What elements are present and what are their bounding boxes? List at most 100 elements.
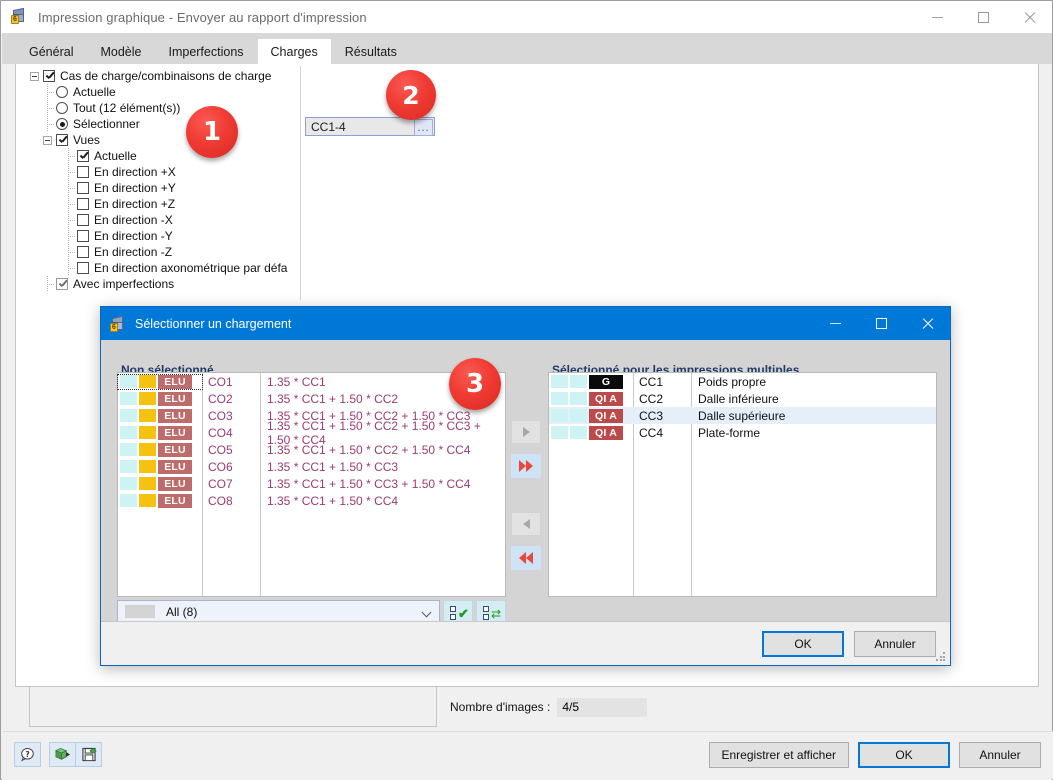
color-swatch-cyan bbox=[120, 392, 137, 405]
tree-item-selectionner[interactable]: Sélectionner bbox=[28, 116, 300, 132]
dialog-close-button[interactable] bbox=[904, 307, 950, 340]
color-swatch-cyan bbox=[120, 375, 137, 388]
tree-view-minus-y[interactable]: En direction -Y bbox=[28, 228, 300, 244]
view-plus-x-checkbox[interactable] bbox=[77, 166, 89, 178]
tree-view-axonometric[interactable]: En direction axonométrique par défa bbox=[28, 260, 300, 276]
tree-view-plus-y[interactable]: En direction +Y bbox=[28, 180, 300, 196]
filter-combobox[interactable]: All (8) bbox=[117, 600, 440, 623]
radio-actuelle[interactable] bbox=[56, 86, 68, 98]
unselected-list[interactable]: ELU CO1 1.35 * CC1 ELU CO2 1.35 * CC1 + … bbox=[117, 372, 506, 597]
vues-checkbox[interactable] bbox=[56, 134, 68, 146]
tree-item-tout[interactable]: Tout (12 élément(s)) bbox=[28, 100, 300, 116]
window-controls bbox=[914, 1, 1052, 33]
close-button[interactable] bbox=[1006, 1, 1052, 33]
export-button[interactable] bbox=[49, 742, 76, 767]
category-tag: QI A bbox=[589, 408, 623, 423]
resize-grip[interactable] bbox=[936, 652, 946, 662]
list-item[interactable]: ELU CO8 1.35 * CC1 + 1.50 * CC4 bbox=[118, 492, 505, 509]
move-right-button[interactable] bbox=[511, 420, 541, 444]
minimize-icon bbox=[931, 16, 943, 18]
close-icon bbox=[1023, 11, 1036, 24]
list-item[interactable]: ELU CO6 1.35 * CC1 + 1.50 * CC3 bbox=[118, 458, 505, 475]
list-item[interactable]: ELU CO5 1.35 * CC1 + 1.50 * CC2 + 1.50 *… bbox=[118, 441, 505, 458]
tab-general[interactable]: Général bbox=[16, 39, 87, 64]
dialog-minimize-button[interactable] bbox=[812, 307, 858, 340]
load-case-selection-field[interactable]: CC1-4 ... bbox=[305, 117, 435, 136]
collapse-vues-icon[interactable] bbox=[43, 135, 52, 145]
row-id: CO8 bbox=[208, 493, 233, 508]
root-checkbox[interactable] bbox=[43, 70, 55, 82]
tab-label: Résultats bbox=[344, 44, 397, 59]
tab-modele[interactable]: Modèle bbox=[87, 39, 155, 64]
list-item[interactable]: QI A CC3 Dalle supérieure bbox=[549, 407, 936, 424]
main-footer: ? Enregistrer et afficher OK Annuler bbox=[3, 731, 1053, 779]
list-item[interactable]: G CC1 Poids propre bbox=[549, 373, 936, 390]
row-description: 1.35 * CC1 + 1.50 * CC3 bbox=[267, 459, 399, 474]
tab-charges[interactable]: Charges bbox=[257, 39, 331, 64]
help-button[interactable]: ? bbox=[14, 742, 41, 767]
tree-view-plus-x[interactable]: En direction +X bbox=[28, 164, 300, 180]
invert-selection-button[interactable]: ⇄ bbox=[476, 600, 506, 623]
tree-view-plus-z[interactable]: En direction +Z bbox=[28, 196, 300, 212]
dialog-titlebar: 6 Sélectionner un chargement bbox=[101, 307, 950, 340]
category-tag: ELU bbox=[158, 391, 192, 406]
list-item[interactable]: ELU CO4 1.35 * CC1 + 1.50 * CC2 + 1.50 *… bbox=[118, 419, 505, 447]
list-item[interactable]: ELU CO7 1.35 * CC1 + 1.50 * CC3 + 1.50 *… bbox=[118, 475, 505, 492]
main-ok-button[interactable]: OK bbox=[858, 742, 950, 768]
dialog-maximize-button[interactable] bbox=[858, 307, 904, 340]
maximize-icon bbox=[977, 11, 989, 23]
list-item[interactable]: ELU CO1 1.35 * CC1 bbox=[117, 373, 505, 390]
tree-line bbox=[43, 116, 56, 132]
view-actuelle-checkbox[interactable] bbox=[77, 150, 89, 162]
step-marker-1-number: 1 bbox=[202, 117, 222, 147]
row-id: CO4 bbox=[208, 425, 233, 440]
tree-view-minus-x[interactable]: En direction -X bbox=[28, 212, 300, 228]
tab-imperfections[interactable]: Imperfections bbox=[155, 39, 257, 64]
tree-view-actuelle[interactable]: Actuelle bbox=[28, 148, 300, 164]
radio-tout-label: Tout (12 élément(s)) bbox=[73, 101, 181, 115]
tree-group-vues[interactable]: Vues bbox=[28, 132, 300, 148]
view-axonometric-checkbox[interactable] bbox=[77, 262, 89, 274]
dialog-ok-button[interactable]: OK bbox=[762, 631, 844, 657]
open-selection-dialog-button[interactable]: ... bbox=[414, 119, 433, 136]
save-and-show-button[interactable]: Enregistrer et afficher bbox=[708, 742, 849, 768]
list-item[interactable]: QI A CC4 Plate-forme bbox=[549, 424, 936, 441]
tree-line bbox=[64, 148, 77, 164]
move-all-left-button[interactable] bbox=[511, 546, 541, 570]
tree-item-actuelle[interactable]: Actuelle bbox=[28, 84, 300, 100]
view-plus-z-checkbox[interactable] bbox=[77, 198, 89, 210]
tree-root-row[interactable]: Cas de charge/combinaisons de charge bbox=[28, 68, 300, 84]
save-report-button[interactable] bbox=[75, 742, 102, 767]
load-case-selection-value: CC1-4 bbox=[311, 119, 346, 134]
selected-list[interactable]: G CC1 Poids propre QI A CC2 Dalle inféri… bbox=[548, 372, 937, 597]
color-swatch-cyan bbox=[120, 460, 137, 473]
tree-item-imperfections[interactable]: Avec imperfections bbox=[28, 276, 300, 292]
move-all-right-button[interactable] bbox=[511, 454, 541, 478]
color-swatch-cyan bbox=[120, 477, 137, 490]
dialog-cancel-button[interactable]: Annuler bbox=[854, 631, 936, 657]
filter-value: All (8) bbox=[166, 604, 198, 619]
list-item[interactable]: ELU CO2 1.35 * CC1 + 1.50 * CC2 bbox=[118, 390, 505, 407]
tree-view-minus-z[interactable]: En direction -Z bbox=[28, 244, 300, 260]
main-cancel-button[interactable]: Annuler bbox=[959, 742, 1041, 768]
view-minus-y-checkbox[interactable] bbox=[77, 230, 89, 242]
view-axonometric-label: En direction axonométrique par défa bbox=[94, 261, 288, 275]
collapse-icon[interactable] bbox=[30, 71, 39, 81]
move-left-button[interactable] bbox=[511, 512, 541, 536]
maximize-button[interactable] bbox=[960, 1, 1006, 33]
tree-line bbox=[64, 260, 77, 276]
tree-line bbox=[64, 244, 77, 260]
imperfections-checkbox[interactable] bbox=[56, 278, 68, 290]
view-plus-y-checkbox[interactable] bbox=[77, 182, 89, 194]
category-tag: ELU bbox=[158, 442, 192, 457]
radio-selectionner[interactable] bbox=[56, 118, 68, 130]
minimize-button[interactable] bbox=[914, 1, 960, 33]
category-tag: ELU bbox=[158, 459, 192, 474]
view-minus-z-checkbox[interactable] bbox=[77, 246, 89, 258]
select-all-button[interactable]: ✔ bbox=[443, 600, 473, 623]
list-item[interactable]: QI A CC2 Dalle inférieure bbox=[549, 390, 936, 407]
row-swatches: QI A bbox=[549, 408, 633, 423]
view-minus-x-checkbox[interactable] bbox=[77, 214, 89, 226]
tab-resultats[interactable]: Résultats bbox=[331, 39, 410, 64]
radio-tout[interactable] bbox=[56, 102, 68, 114]
